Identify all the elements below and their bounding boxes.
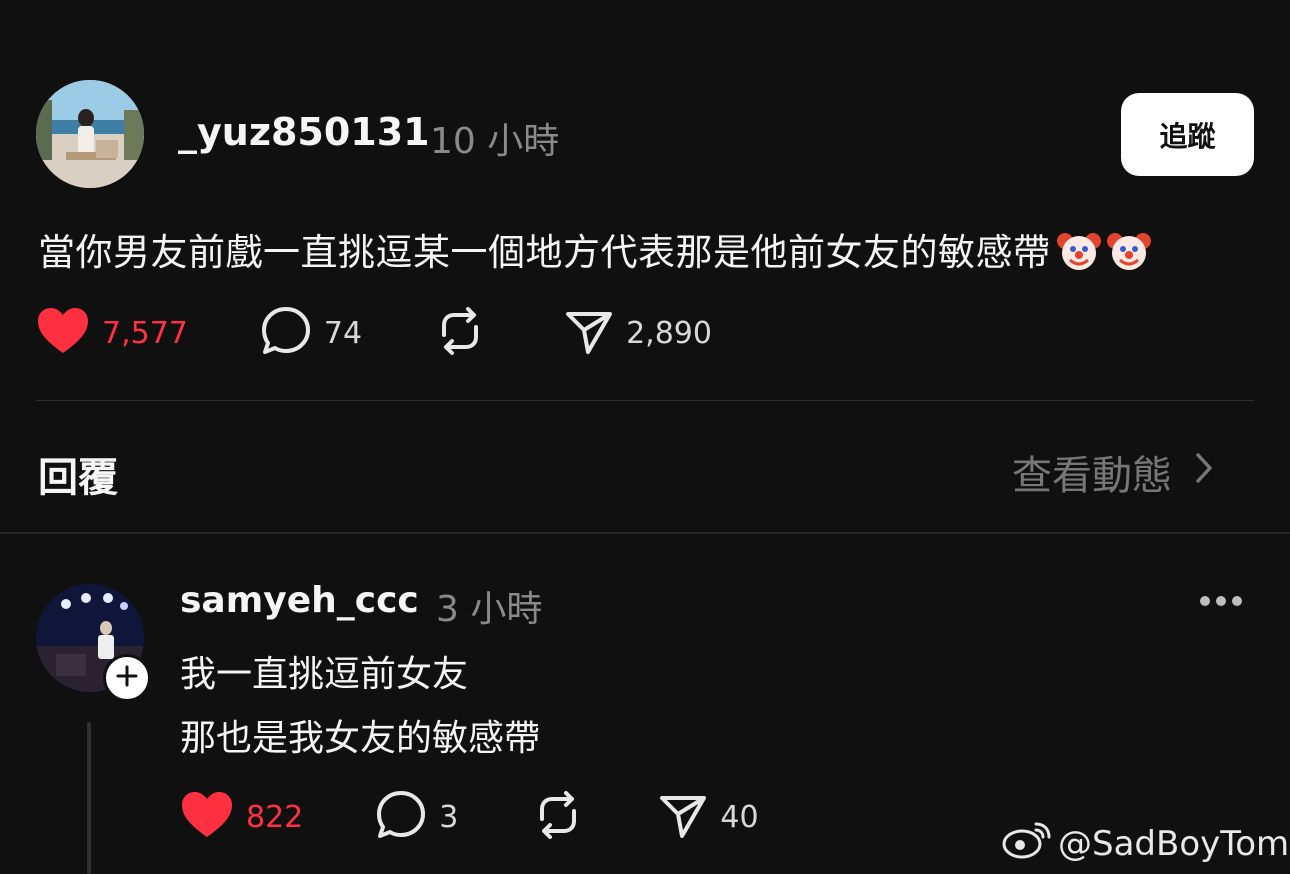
share-count: 2,890 [626,315,712,351]
post-actions: 7,577 74 2,890 [36,305,712,361]
reply-text-line: 我一直挑逗前女友 [180,654,469,695]
add-follow-button[interactable] [103,654,151,702]
post-avatar[interactable] [36,80,144,188]
plus-icon [116,665,138,691]
comment-icon [375,789,427,845]
reply-share-button[interactable]: 40 [658,790,759,844]
ellipsis-icon [1196,596,1246,620]
reply-comment-count: 3 [439,799,459,835]
comment-count: 74 [323,315,363,351]
watermark-text: @SadBoyTom [1058,823,1290,864]
reply-comment-button[interactable]: 3 [375,789,458,845]
view-activity-label: 查看動態 [1012,453,1172,499]
heart-filled-icon [180,791,234,843]
reply-username[interactable]: samyeh_ccc [180,580,419,621]
reply-like-count: 822 [246,799,304,835]
repost-icon [434,305,486,361]
send-icon [658,790,708,844]
reply-timestamp: 3 小時 [436,589,543,630]
reply-text-line: 那也是我女友的敏感帶 [180,718,541,759]
follow-button[interactable]: 追蹤 [1121,93,1254,176]
repost-button[interactable] [434,305,486,361]
section-divider [0,532,1290,534]
watermark: @SadBoyTom [1002,818,1289,869]
reply-repost-button[interactable] [532,789,584,845]
reply-actions: 822 3 40 [180,789,759,845]
weibo-logo-icon [1002,818,1052,869]
reply-share-count: 40 [720,799,759,835]
post-timestamp: 10 小時 [430,121,560,162]
reply-like-button[interactable]: 822 [180,791,303,843]
view-activity-link[interactable]: 查看動態 [1012,443,1214,501]
comment-button[interactable]: 74 [260,305,362,361]
clown-emoji-icon [1106,229,1151,273]
post-text: 當你男友前戲一直挑逗某一個地方代表那是他前女友的敏感帶 [38,222,1151,276]
repost-icon [532,789,584,845]
divider [36,400,1254,401]
clown-emoji-icon [1056,229,1101,273]
heart-filled-icon [36,307,90,359]
more-options-button[interactable] [1196,586,1246,616]
comment-icon [260,305,312,361]
post-username[interactable]: _yuz850131 [178,110,430,154]
like-button[interactable]: 7,577 [36,307,188,359]
chevron-right-icon [1194,449,1214,495]
replies-heading: 回覆 [38,455,118,501]
send-icon [564,306,614,360]
like-count: 7,577 [102,315,188,351]
post-text-body: 當你男友前戲一直挑逗某一個地方代表那是他前女友的敏感帶 [38,231,1051,274]
share-button[interactable]: 2,890 [564,306,712,360]
thread-line [87,722,91,874]
